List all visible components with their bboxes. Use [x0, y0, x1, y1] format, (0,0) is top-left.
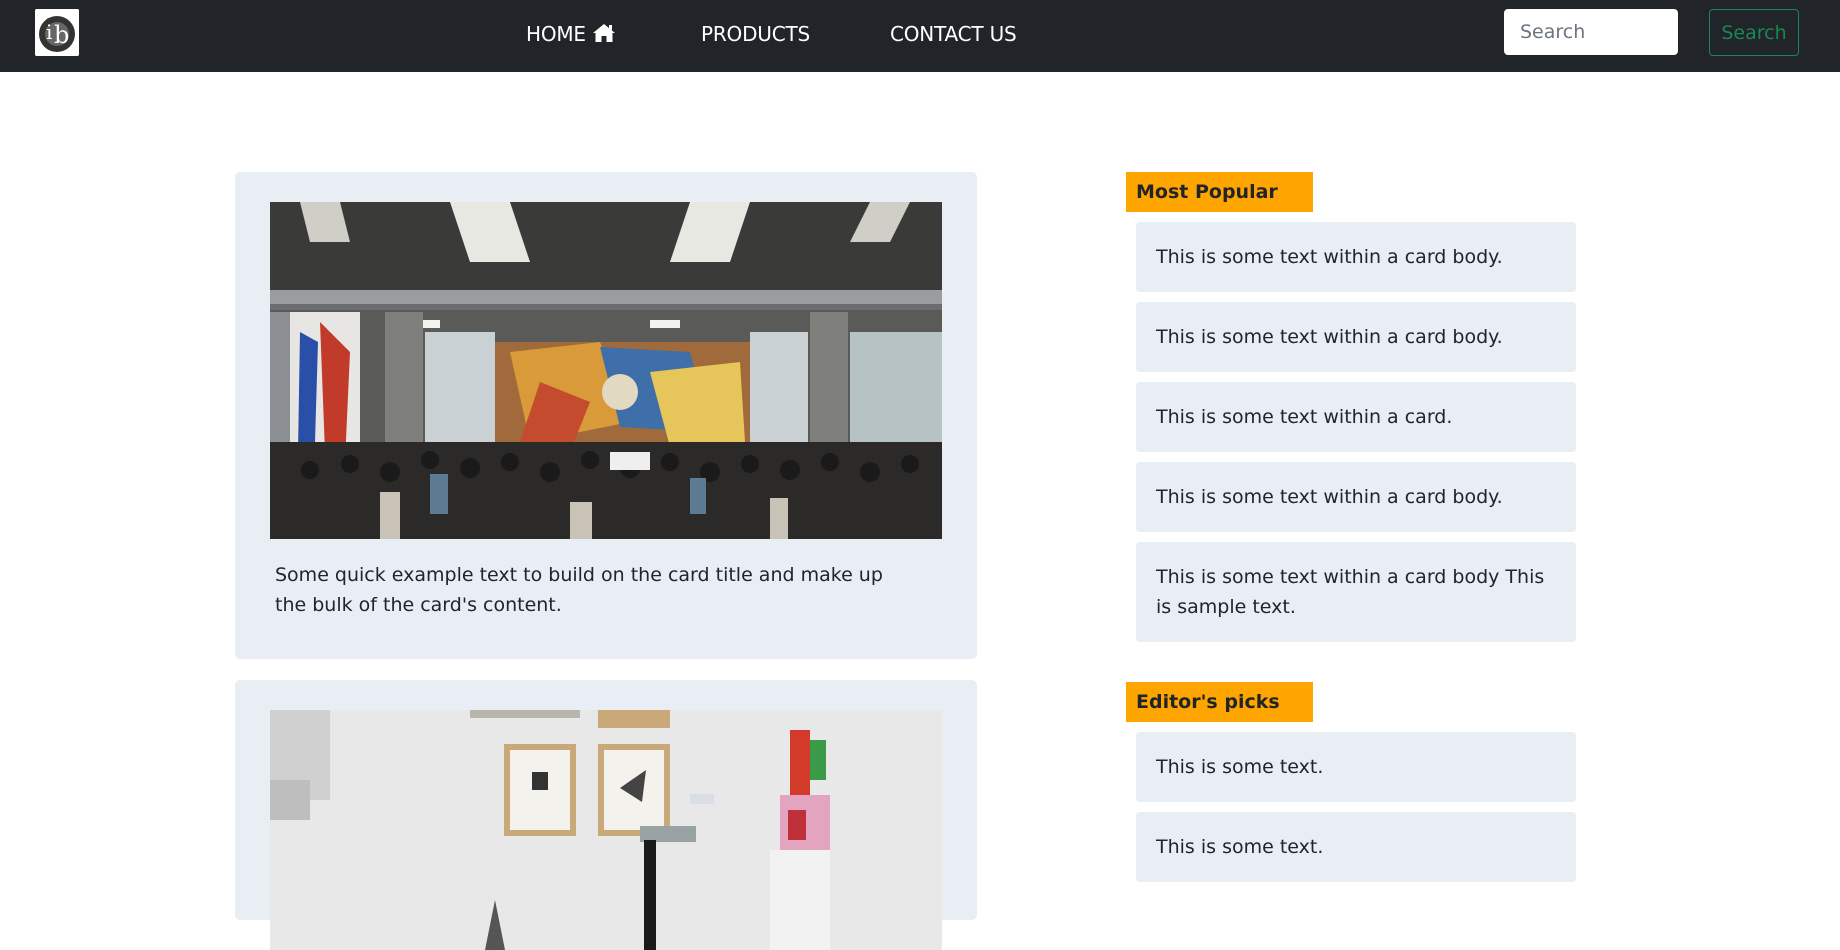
brand-logo[interactable]: i b [35, 9, 79, 56]
popular-item[interactable]: This is some text within a card body. [1136, 462, 1576, 532]
nav-products-link[interactable]: PRODUCTS [701, 21, 810, 47]
editors-pick-item[interactable]: This is some text. [1136, 812, 1576, 882]
popular-item[interactable]: This is some text within a card body. [1136, 302, 1576, 372]
editors-pick-item[interactable]: This is some text. [1136, 732, 1576, 802]
card-image [270, 202, 942, 539]
popular-item[interactable]: This is some text within a card. [1136, 382, 1576, 452]
search-button[interactable]: Search [1709, 9, 1799, 56]
nav-home-label: HOME [526, 22, 586, 46]
popular-item[interactable]: This is some text within a card body. [1136, 222, 1576, 292]
most-popular-heading: Most Popular [1126, 172, 1313, 212]
svg-text:b: b [54, 21, 69, 49]
editors-picks-heading: Editor's picks [1126, 682, 1313, 722]
search-input[interactable] [1504, 9, 1678, 55]
gallery-photo [270, 710, 942, 950]
article-card [235, 680, 977, 950]
ib-logo-icon: i b [35, 9, 79, 56]
card-image [270, 710, 942, 950]
nav-home-link[interactable]: HOME [526, 21, 616, 47]
card-text: Some quick example text to build on the … [275, 564, 883, 616]
crowd-hall-photo [270, 202, 942, 539]
popular-item[interactable]: This is some text within a card body Thi… [1136, 542, 1576, 642]
home-icon [592, 24, 615, 42]
nav-contact-link[interactable]: CONTACT US [890, 21, 1017, 47]
article-card: Some quick example text to build on the … [235, 172, 977, 659]
top-navbar: i b HOME PRODUCTS CONTACT US Search [0, 0, 1840, 72]
